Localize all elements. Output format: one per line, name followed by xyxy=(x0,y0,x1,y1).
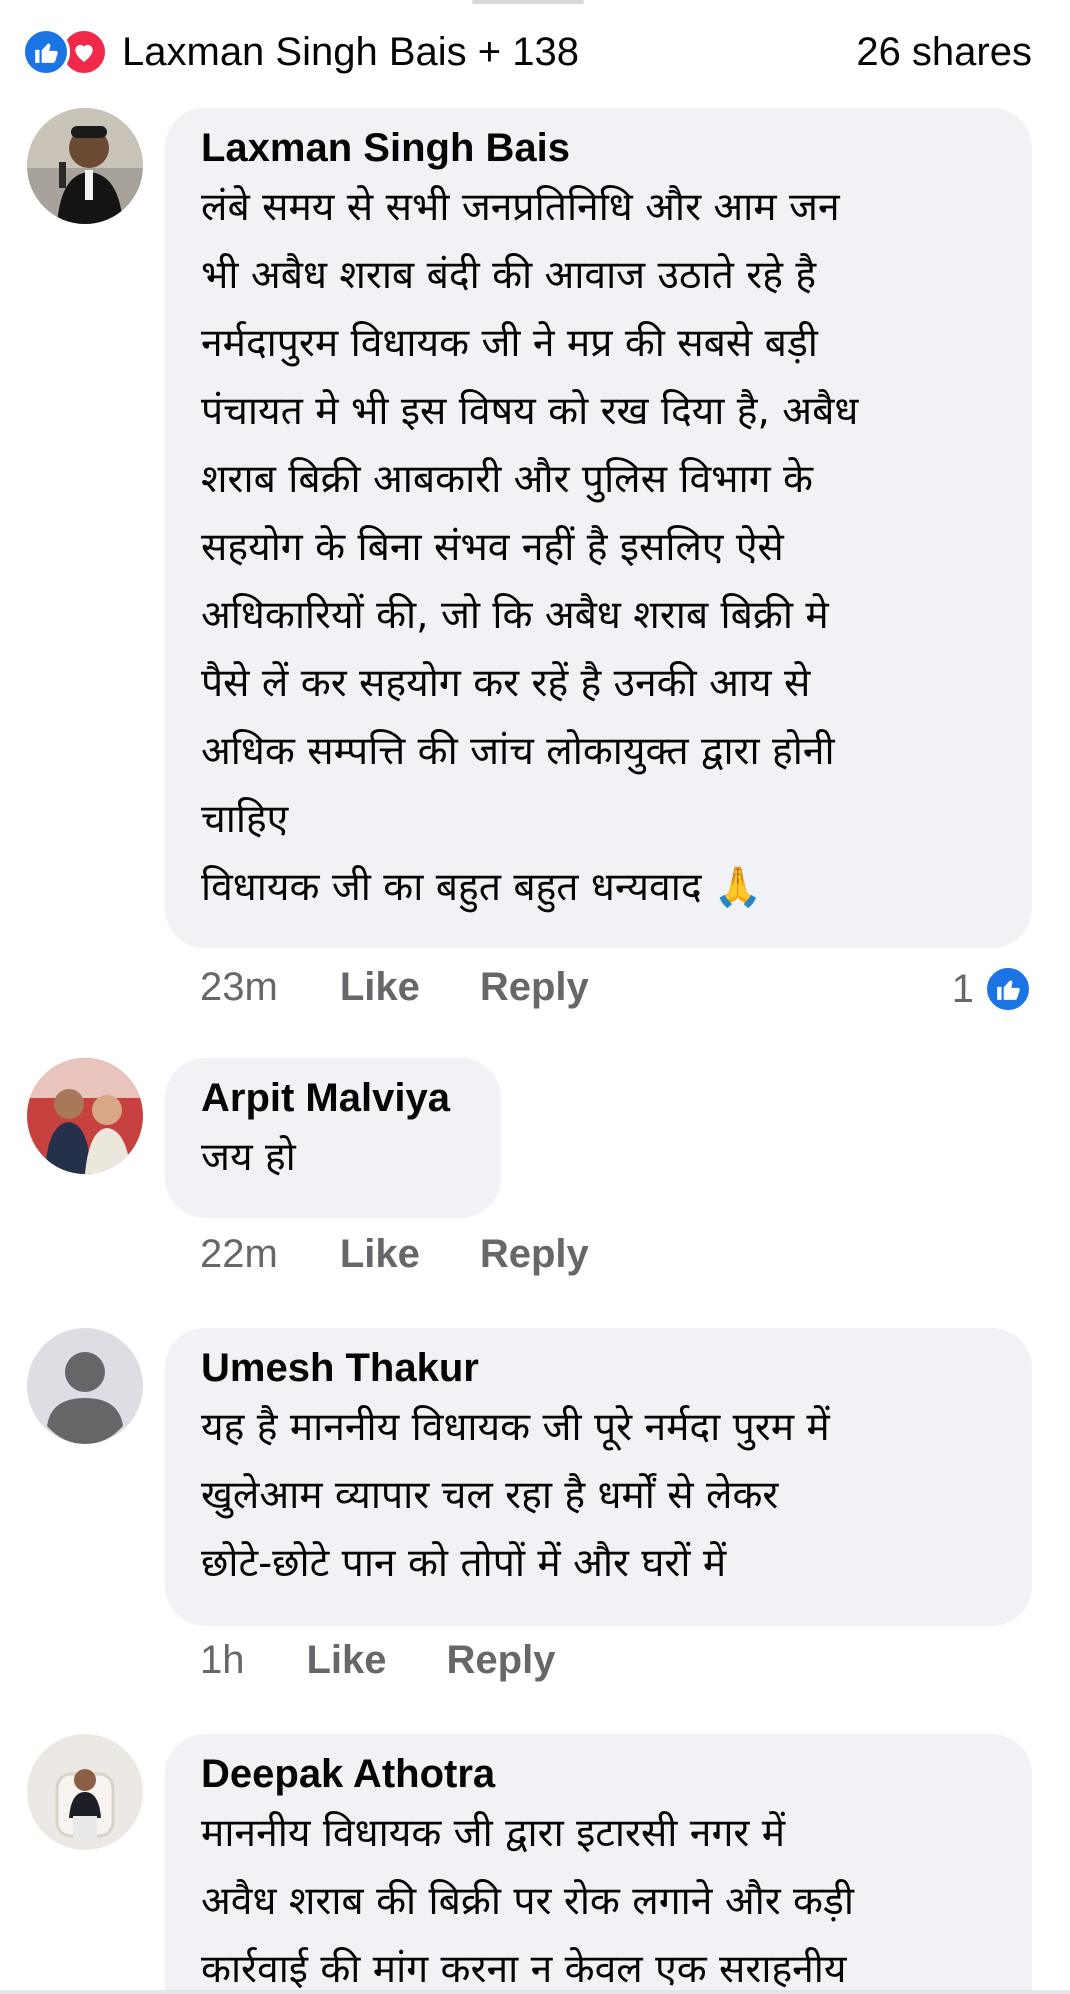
comment-line: छोटे-छोटे पान को तोपों में और घरों में xyxy=(201,1541,727,1586)
comment-line: नर्मदापुरम विधायक जी ने मप्र की सबसे बड़… xyxy=(201,321,818,366)
comment-line: अवैध शराब की बिक्री पर रोक लगाने और कड़ी xyxy=(201,1879,854,1924)
comment-actions: 23m Like Reply xyxy=(200,965,649,1010)
comment-line: कार्रवाई की मांग करना न केवल एक सराहनीय xyxy=(201,1947,847,1992)
comment-line: लंबे समय से सभी जनप्रतिनिधि और आम जन xyxy=(201,185,840,230)
comment-line: अधिक सम्पत्ति की जांच लोकायुक्त द्वारा ह… xyxy=(201,729,835,774)
comment-line: पैसे लें कर सहयोग कर रहें है उनकी आय से xyxy=(201,661,811,706)
comment-time[interactable]: 23m xyxy=(200,965,278,1010)
shares-count[interactable]: 26 shares xyxy=(856,30,1032,75)
comment-reaction-count[interactable]: 1 xyxy=(952,965,1032,1013)
comment-text: यह है माननीय विधायक जी पूरे नर्मदा पुरम … xyxy=(201,1394,996,1598)
comment-bubble: Umesh Thakur यह है माननीय विधायक जी पूरे… xyxy=(165,1328,1032,1626)
comment-line: शराब बिक्री आबकारी और पुलिस विभाग के xyxy=(201,457,813,502)
comment-actions: 1h Like Reply xyxy=(200,1638,615,1683)
like-button[interactable]: Like xyxy=(307,1638,387,1683)
reaction-icons xyxy=(22,28,108,76)
reactions-summary[interactable]: Laxman Singh Bais + 138 26 shares xyxy=(22,22,1032,82)
bottom-divider xyxy=(0,1990,1070,1994)
reply-button[interactable]: Reply xyxy=(447,1638,556,1683)
drag-handle[interactable] xyxy=(472,0,584,4)
reaction-count-value: 1 xyxy=(951,966,974,1011)
reply-button[interactable]: Reply xyxy=(480,965,589,1010)
comment-text: जय हो xyxy=(201,1124,465,1192)
comment-line: यह है माननीय विधायक जी पूरे नर्मदा पुरम … xyxy=(201,1405,830,1450)
reply-button[interactable]: Reply xyxy=(480,1232,589,1277)
comment-line: भी अबैध शराब बंदी की आवाज उठाते रहे है xyxy=(201,253,817,298)
comment-author[interactable]: Arpit Malviya xyxy=(201,1072,465,1124)
comment-line: विधायक जी का बहुत बहुत धन्यवाद 🙏 xyxy=(201,865,763,910)
comment-text: लंबे समय से सभी जनप्रतिनिधि और आम जन भी … xyxy=(201,174,996,922)
comment-line: चाहिए xyxy=(201,797,289,842)
comment-author[interactable]: Laxman Singh Bais xyxy=(201,122,996,174)
avatar[interactable] xyxy=(27,1328,143,1444)
like-button[interactable]: Like xyxy=(340,1232,420,1277)
comment-author[interactable]: Umesh Thakur xyxy=(201,1342,996,1394)
comment-time[interactable]: 1h xyxy=(200,1638,245,1683)
comment-bubble: Laxman Singh Bais लंबे समय से सभी जनप्रत… xyxy=(165,108,1032,948)
like-icon xyxy=(22,28,70,76)
comment-line: सहयोग के बिना संभव नहीं है इसलिए ऐसे xyxy=(201,525,784,570)
comment-line: अधिकारियों की, जो कि अबैध शराब बिक्री मे xyxy=(201,593,829,638)
like-icon xyxy=(984,965,1032,1013)
comment-line: पंचायत मे भी इस विषय को रख दिया है, अबैध xyxy=(201,389,859,434)
comment-text: माननीय विधायक जी द्वारा इटारसी नगर में अ… xyxy=(201,1800,996,1994)
comment-line: खुलेआम व्यापार चल रहा है धर्मों से लेकर xyxy=(201,1473,779,1518)
comment-bubble: Deepak Athotra माननीय विधायक जी द्वारा इ… xyxy=(165,1734,1032,1994)
comment-bubble: Arpit Malviya जय हो xyxy=(165,1058,501,1218)
reaction-names[interactable]: Laxman Singh Bais + 138 xyxy=(122,30,579,75)
like-button[interactable]: Like xyxy=(340,965,420,1010)
comment-actions: 22m Like Reply xyxy=(200,1232,649,1277)
comment-line: माननीय विधायक जी द्वारा इटारसी नगर में xyxy=(201,1811,786,1856)
avatar[interactable] xyxy=(27,1734,143,1850)
comment-time[interactable]: 22m xyxy=(200,1232,278,1277)
avatar[interactable] xyxy=(27,108,143,224)
avatar[interactable] xyxy=(27,1058,143,1174)
comment-line: जय हो xyxy=(201,1135,296,1180)
comment-author[interactable]: Deepak Athotra xyxy=(201,1748,996,1800)
